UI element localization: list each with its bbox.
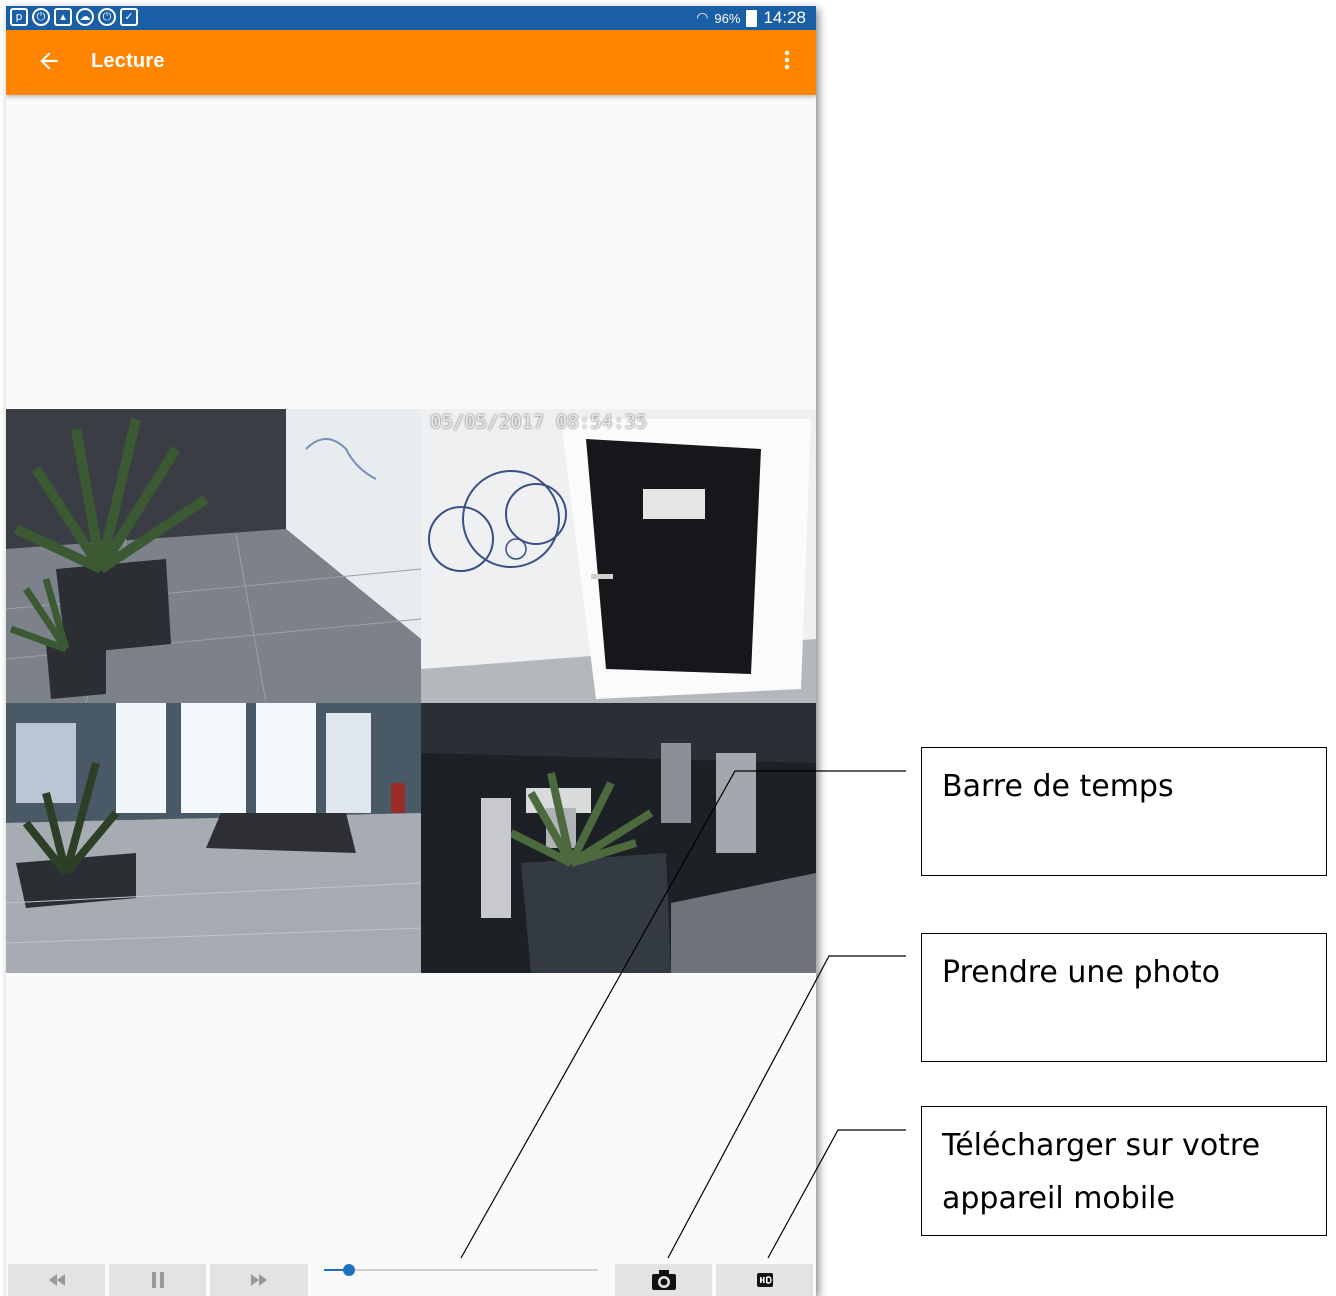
camera-view-2[interactable]: [421, 409, 816, 703]
callout-photo-text: Prendre une photo: [942, 955, 1220, 990]
notification-icons: p ⏻ ▴ ☁ ⏻ ✓: [10, 8, 138, 26]
device-screen: p ⏻ ▴ ☁ ⏻ ✓ ◠ 96% 14:28 Lecture 05/05/20…: [6, 6, 816, 1296]
callout-download-text: Télécharger sur votre appareil mobile: [942, 1128, 1261, 1216]
video-player[interactable]: [6, 409, 816, 973]
callout-photo: Prendre une photo: [921, 933, 1327, 1062]
cloud-icon: ☁: [76, 8, 94, 26]
battery-percent: 96%: [714, 10, 741, 26]
camera-view-3[interactable]: [6, 703, 421, 973]
status-bar: p ⏻ ▴ ☁ ⏻ ✓ ◠ 96% 14:28: [6, 6, 816, 30]
pause-button[interactable]: [109, 1264, 206, 1296]
clock: 14:28: [763, 8, 806, 27]
playback-controls: [6, 1260, 816, 1296]
camera-view-4[interactable]: [421, 703, 816, 973]
snapshot-button[interactable]: [615, 1264, 712, 1296]
rewind-button[interactable]: [8, 1264, 105, 1296]
image-icon: ▴: [54, 8, 72, 26]
wifi-icon: ◠: [696, 10, 709, 26]
back-arrow-icon[interactable]: [36, 48, 62, 74]
pause-icon: [151, 1272, 164, 1288]
camera-view-1[interactable]: [6, 409, 421, 703]
callout-timeline-text: Barre de temps: [942, 769, 1174, 804]
battery-icon: [746, 9, 758, 27]
power-icon: ⏻: [32, 8, 50, 26]
hd-icon: [756, 1273, 773, 1287]
callout-download: Télécharger sur votre appareil mobile: [921, 1106, 1327, 1236]
video-timestamp: 05/05/2017 08:54:35: [430, 411, 648, 433]
app-bar: Lecture: [6, 30, 816, 95]
rewind-icon: [48, 1274, 65, 1286]
p-icon: p: [10, 8, 28, 26]
timeline-slider-track[interactable]: [324, 1269, 598, 1271]
page-title: Lecture: [91, 50, 165, 72]
power-icon: ⏻: [98, 8, 116, 26]
clipboard-icon: ✓: [120, 8, 138, 26]
fast-forward-button[interactable]: [210, 1264, 308, 1296]
callout-timeline: Barre de temps: [921, 747, 1327, 876]
more-options-icon[interactable]: [784, 50, 790, 70]
camera-icon: [651, 1270, 676, 1290]
fast-forward-icon: [251, 1274, 267, 1286]
download-hd-button[interactable]: [716, 1264, 813, 1296]
timeline-slider-thumb[interactable]: [342, 1264, 355, 1276]
